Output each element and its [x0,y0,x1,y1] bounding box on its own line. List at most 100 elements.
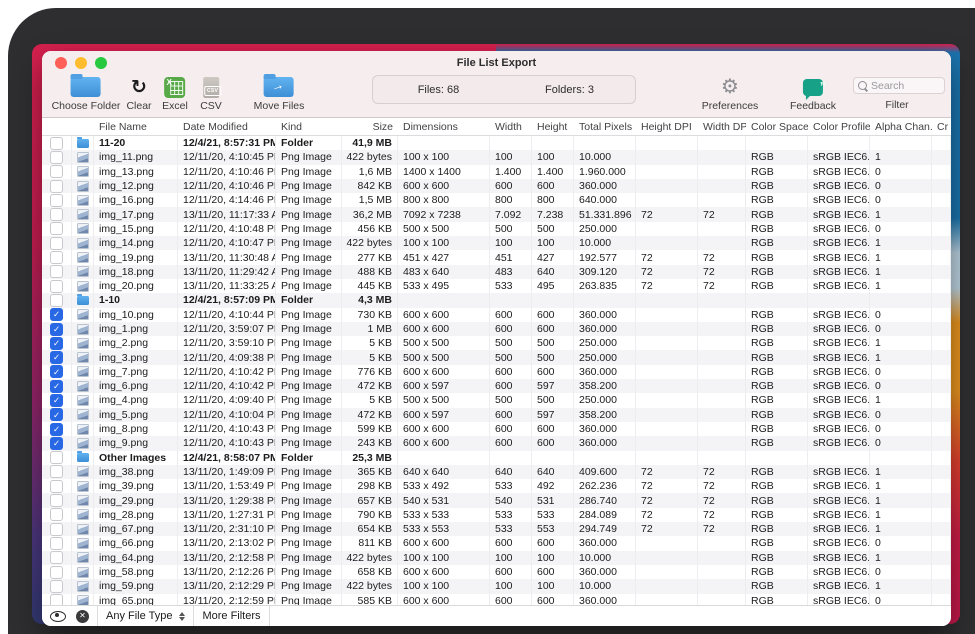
row-checkbox[interactable]: ✓ [42,379,72,393]
column-header[interactable]: Width [490,119,532,135]
row-checkbox[interactable]: ✓ [42,350,72,364]
row-checkbox[interactable] [42,222,72,236]
checkbox-unchecked[interactable] [50,523,63,536]
row-checkbox[interactable] [42,565,72,579]
row-checkbox[interactable] [42,136,72,150]
checkbox-unchecked[interactable] [50,222,63,235]
table-row[interactable]: img_66.png13/11/20, 2:13:02 PMPng Image8… [42,536,951,550]
column-header[interactable]: Dimensions [398,119,490,135]
table-row[interactable]: ✓img_10.png12/11/20, 4:10:44 PMPng Image… [42,308,951,322]
table-row[interactable]: img_11.png12/11/20, 4:10:45 PMPng Image4… [42,150,951,164]
checkbox-unchecked[interactable] [50,480,63,493]
table-row[interactable]: 1-1012/4/21, 8:57:09 PMFolder4,3 MB [42,293,951,307]
checkbox-checked[interactable]: ✓ [50,337,63,350]
checkbox-unchecked[interactable] [50,580,63,593]
column-header[interactable]: Date Modified [178,119,276,135]
row-checkbox[interactable]: ✓ [42,308,72,322]
table-row[interactable]: img_18.png13/11/20, 11:29:42 AMPng Image… [42,265,951,279]
column-header[interactable]: Total Pixels [574,119,636,135]
table-row[interactable]: img_64.png13/11/20, 2:12:58 PMPng Image4… [42,551,951,565]
titlebar[interactable]: File List Export [42,51,951,73]
checkbox-unchecked[interactable] [50,151,63,164]
checkbox-unchecked[interactable] [50,508,63,521]
table-row[interactable]: img_39.png13/11/20, 1:53:49 PMPng Image2… [42,479,951,493]
table-row[interactable]: ✓img_9.png12/11/20, 4:10:43 PMPng Image2… [42,436,951,450]
table-row[interactable]: img_16.png12/11/20, 4:14:46 PMPng Image1… [42,193,951,207]
row-checkbox[interactable]: ✓ [42,436,72,450]
toggle-preview-button[interactable] [42,606,74,626]
checkbox-unchecked[interactable] [50,280,63,293]
row-checkbox[interactable] [42,479,72,493]
checkbox-checked[interactable]: ✓ [50,365,63,378]
checkbox-checked[interactable]: ✓ [50,437,63,450]
table-row[interactable]: ✓img_4.png12/11/20, 4:09:40 PMPng Image5… [42,393,951,407]
table-row[interactable]: ✓img_5.png12/11/20, 4:10:04 PMPng Image4… [42,408,951,422]
column-header[interactable]: Kind [276,119,342,135]
row-checkbox[interactable]: ✓ [42,322,72,336]
row-checkbox[interactable] [42,465,72,479]
checkbox-unchecked[interactable] [50,251,63,264]
row-checkbox[interactable] [42,207,72,221]
row-checkbox[interactable] [42,250,72,264]
table-row[interactable]: ✓img_7.png12/11/20, 4:10:42 PMPng Image7… [42,365,951,379]
column-header[interactable]: Color Profile [808,119,870,135]
clear-filters-button[interactable]: ✕ [74,606,97,626]
row-checkbox[interactable]: ✓ [42,365,72,379]
checkbox-unchecked[interactable] [50,180,63,193]
column-header[interactable]: Height DPI [636,119,698,135]
row-checkbox[interactable] [42,193,72,207]
row-checkbox[interactable] [42,594,72,606]
table-row[interactable]: ✓img_2.png12/11/20, 3:59:10 PMPng Image5… [42,336,951,350]
choose-folder-button[interactable]: Choose Folder [52,75,121,112]
checkbox-unchecked[interactable] [50,294,63,307]
checkbox-unchecked[interactable] [50,208,63,221]
table-row[interactable]: img_67.png13/11/20, 2:31:10 PMPng Image6… [42,522,951,536]
checkbox-unchecked[interactable] [50,594,63,605]
checkbox-checked[interactable]: ✓ [50,351,63,364]
row-checkbox[interactable]: ✓ [42,393,72,407]
checkbox-unchecked[interactable] [50,537,63,550]
table-row[interactable]: img_14.png12/11/20, 4:10:47 PMPng Image4… [42,236,951,250]
table-row[interactable]: img_29.png13/11/20, 1:29:38 PMPng Image6… [42,493,951,507]
row-checkbox[interactable] [42,293,72,307]
checkbox-checked[interactable]: ✓ [50,394,63,407]
row-checkbox[interactable] [42,236,72,250]
table-row[interactable]: Other Images12/4/21, 8:58:07 PMFolder25,… [42,451,951,465]
table-row[interactable]: img_38.png13/11/20, 1:49:09 PMPng Image3… [42,465,951,479]
move-files-button[interactable]: → Move Files [254,75,305,112]
table-row[interactable]: img_65.png13/11/20, 2:12:59 PMPng Image5… [42,594,951,606]
row-checkbox[interactable] [42,508,72,522]
table-row[interactable]: img_13.png12/11/20, 4:10:46 PMPng Image1… [42,165,951,179]
row-checkbox[interactable] [42,551,72,565]
checkbox-unchecked[interactable] [50,265,63,278]
table-row[interactable]: img_15.png12/11/20, 4:10:48 PMPng Image4… [42,222,951,236]
table-row[interactable]: ✓img_8.png12/11/20, 4:10:43 PMPng Image5… [42,422,951,436]
checkbox-checked[interactable]: ✓ [50,408,63,421]
minimize-button[interactable] [75,57,87,69]
row-checkbox[interactable]: ✓ [42,336,72,350]
row-checkbox[interactable] [42,279,72,293]
checkbox-unchecked[interactable] [50,451,63,464]
checkbox-checked[interactable]: ✓ [50,423,63,436]
table-row[interactable]: ✓img_6.png12/11/20, 4:10:42 PMPng Image4… [42,379,951,393]
checkbox-unchecked[interactable] [50,137,63,150]
csv-export-button[interactable]: CSV CSV [200,75,222,112]
file-type-dropdown[interactable]: Any File Type [98,606,193,626]
checkbox-unchecked[interactable] [50,566,63,579]
close-button[interactable] [55,57,67,69]
preferences-button[interactable]: ⚙ Preferences [702,75,759,112]
table-row[interactable]: img_28.png13/11/20, 1:27:31 PMPng Image7… [42,508,951,522]
row-checkbox[interactable] [42,179,72,193]
feedback-button[interactable]: ” Feedback [790,75,836,112]
search-input[interactable]: Search [853,77,945,94]
row-checkbox[interactable] [42,522,72,536]
table-row[interactable]: img_19.png13/11/20, 11:30:48 AMPng Image… [42,250,951,264]
column-header[interactable]: Color Space [746,119,808,135]
table-row[interactable]: img_20.png13/11/20, 11:33:25 AMPng Image… [42,279,951,293]
checkbox-checked[interactable]: ✓ [50,380,63,393]
row-checkbox[interactable]: ✓ [42,408,72,422]
zoom-button[interactable] [95,57,107,69]
row-checkbox[interactable] [42,493,72,507]
table-row[interactable]: img_17.png13/11/20, 11:17:33 AMPng Image… [42,207,951,221]
row-checkbox[interactable] [42,536,72,550]
